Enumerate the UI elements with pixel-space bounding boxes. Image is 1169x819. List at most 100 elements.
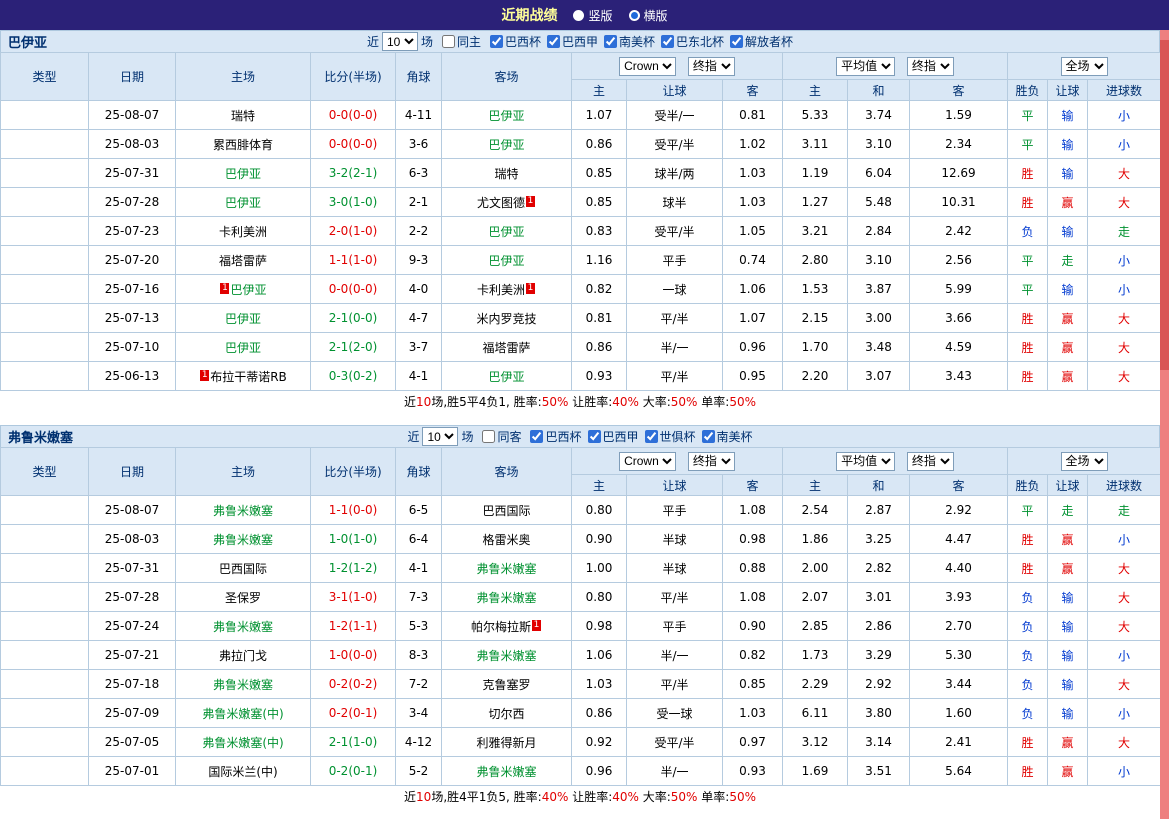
score-cell: 0-2(0-2) (311, 670, 396, 699)
odds-final-select[interactable]: 终指 (688, 452, 735, 471)
avg-away-cell: 1.60 (910, 699, 1008, 728)
match-count-select[interactable]: 10 (422, 427, 458, 446)
match-count-select[interactable]: 10 (382, 32, 418, 51)
league-checkbox[interactable] (645, 430, 658, 443)
scrollbar-thumb[interactable] (1160, 40, 1169, 370)
league-checkbox[interactable] (490, 35, 503, 48)
handicap-result-cell: 输 (1048, 275, 1088, 304)
results-body: 巴西杯25-08-07瑞特0-0(0-0)4-11巴伊亚1.07受半/一0.81… (1, 101, 1161, 391)
date-cell: 25-07-13 (89, 304, 176, 333)
league-filter[interactable]: 巴西甲 (588, 428, 639, 445)
odds-source-select[interactable]: Crown (619, 452, 676, 471)
league-filter-label: 巴西杯 (545, 428, 581, 445)
league-checkbox[interactable] (588, 430, 601, 443)
date-cell: 25-07-16 (89, 275, 176, 304)
avg-home-cell: 2.80 (783, 246, 848, 275)
league-type-cell: 巴西甲 (1, 188, 89, 217)
summary-line: 近10场,胜5平4负1, 胜率:50% 让胜率:40% 大率:50% 单率:50… (0, 391, 1160, 413)
avg-draw-cell: 3.74 (848, 101, 910, 130)
corners-cell: 3-4 (396, 699, 442, 728)
scope-select[interactable]: 全场 (1061, 452, 1108, 471)
away-team-cell: 巴伊亚 (442, 362, 572, 391)
score-cell: 0-0(0-0) (311, 275, 396, 304)
radio-vertical[interactable]: 竖版 (573, 7, 612, 24)
away-odds-cell: 1.02 (723, 130, 783, 159)
home-team-cell: 弗鲁米嫩塞 (176, 525, 311, 554)
avg-source-select[interactable]: 平均值 (836, 57, 895, 76)
odds-source-select[interactable]: Crown (619, 57, 676, 76)
same-venue-filter[interactable]: 同客 (482, 428, 521, 445)
handicap-cell: 平手 (627, 246, 723, 275)
league-checkbox[interactable] (547, 35, 560, 48)
league-filter[interactable]: 世俱杯 (645, 428, 696, 445)
away-odds-cell: 0.88 (723, 554, 783, 583)
col-avg-away: 客 (910, 475, 1008, 496)
corners-cell: 3-6 (396, 130, 442, 159)
league-filter-label: 南美杯 (619, 33, 655, 50)
away-team-cell: 米内罗竞技 (442, 304, 572, 333)
away-team-name: 瑞特 (494, 167, 518, 181)
league-filter[interactable]: 巴西杯 (530, 428, 581, 445)
odds-final-select[interactable]: 终指 (688, 57, 735, 76)
avg-source-select[interactable]: 平均值 (836, 452, 895, 471)
league-type-cell: 巴西甲 (1, 304, 89, 333)
goals-result-cell: 小 (1088, 275, 1161, 304)
avg-away-cell: 4.59 (910, 333, 1008, 362)
result-cell: 胜 (1008, 304, 1048, 333)
score-cell: 2-1(1-0) (311, 728, 396, 757)
home-team-cell: 巴伊亚 (176, 159, 311, 188)
col-avg-home: 主 (783, 80, 848, 101)
result-cell: 负 (1008, 583, 1048, 612)
league-filter-label: 南美杯 (717, 428, 753, 445)
result-cell: 胜 (1008, 333, 1048, 362)
corners-cell: 6-3 (396, 159, 442, 188)
vertical-scrollbar[interactable] (1160, 30, 1169, 819)
league-filter[interactable]: 解放者杯 (730, 33, 793, 50)
away-team-cell: 巴伊亚 (442, 246, 572, 275)
same-venue-checkbox[interactable] (482, 430, 495, 443)
league-checkbox[interactable] (730, 35, 743, 48)
away-team-name: 弗鲁米嫩塞 (476, 649, 536, 663)
match-row: 世俱杯25-07-05弗鲁米嫩塞(中)2-1(1-0)4-12利雅得新月0.92… (1, 728, 1161, 757)
league-checkbox[interactable] (530, 430, 543, 443)
corners-cell: 6-5 (396, 496, 442, 525)
goals-result-cell: 小 (1088, 641, 1161, 670)
avg-final-select[interactable]: 终指 (907, 452, 954, 471)
handicap-result-cell: 走 (1048, 246, 1088, 275)
col-type: 类型 (1, 53, 89, 101)
league-filter[interactable]: 巴西杯 (490, 33, 541, 50)
avg-home-cell: 5.33 (783, 101, 848, 130)
handicap-result-cell: 赢 (1048, 188, 1088, 217)
same-venue-checkbox[interactable] (442, 35, 455, 48)
league-type-cell: 巴西杯 (1, 159, 89, 188)
summary-segment: 让胜率: (568, 395, 612, 409)
same-venue-filter[interactable]: 同主 (442, 33, 481, 50)
date-cell: 25-07-09 (89, 699, 176, 728)
avg-final-select[interactable]: 终指 (907, 57, 954, 76)
score-cell: 1-1(0-0) (311, 496, 396, 525)
header-row-groups: 类型 日期 主场 比分(半场) 角球 客场 Crown 终指 (1, 53, 1161, 80)
result-cell: 胜 (1008, 728, 1048, 757)
league-checkbox[interactable] (702, 430, 715, 443)
league-filter[interactable]: 南美杯 (604, 33, 655, 50)
league-filter[interactable]: 巴东北杯 (661, 33, 724, 50)
league-checkbox[interactable] (661, 35, 674, 48)
radio-horizontal[interactable]: 横版 (629, 7, 668, 24)
match-row: 巴西甲25-07-28巴伊亚3-0(1-0)2-1尤文图德10.85球半1.03… (1, 188, 1161, 217)
home-team-cell: 圣保罗 (176, 583, 311, 612)
summary-segment: 近 (404, 395, 416, 409)
col-date: 日期 (89, 53, 176, 101)
home-team-name: 布拉干蒂诺RB (210, 370, 287, 384)
match-row: 巴西甲25-07-20福塔雷萨1-1(1-0)9-3巴伊亚1.16平手0.742… (1, 246, 1161, 275)
away-team-name: 福塔雷萨 (482, 341, 530, 355)
col-date: 日期 (89, 448, 176, 496)
summary-segment: 单率: (697, 790, 729, 804)
league-checkbox[interactable] (604, 35, 617, 48)
score-cell: 2-1(2-0) (311, 333, 396, 362)
home-team-name: 弗鲁米嫩塞 (213, 504, 273, 518)
league-filter[interactable]: 南美杯 (702, 428, 753, 445)
scope-select[interactable]: 全场 (1061, 57, 1108, 76)
match-row: 巴西甲25-07-24弗鲁米嫩塞1-2(1-1)5-3帕尔梅拉斯10.98平手0… (1, 612, 1161, 641)
score-cell: 0-2(0-1) (311, 699, 396, 728)
league-filter[interactable]: 巴西甲 (547, 33, 598, 50)
